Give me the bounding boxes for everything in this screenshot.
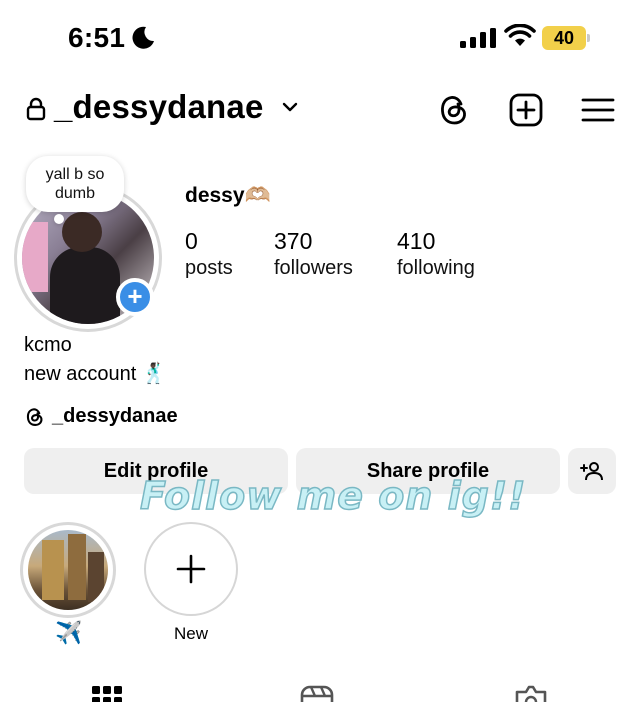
threads-icon[interactable] (436, 92, 472, 128)
note-text: yall b so dumb (45, 166, 105, 202)
plus-icon (176, 554, 206, 584)
bio-line: kcmo (24, 334, 72, 356)
followers-label[interactable]: followers (274, 257, 353, 280)
reels-icon[interactable] (300, 684, 334, 702)
profile-header: _dessydanae (0, 84, 640, 136)
followers-count[interactable]: 370 (274, 228, 312, 255)
following-label[interactable]: following (397, 257, 475, 280)
status-time: 6:51 (68, 22, 126, 53)
display-name: dessy🫶🏼 (185, 184, 271, 207)
following-count[interactable]: 410 (397, 228, 435, 255)
chevron-down-icon[interactable] (281, 100, 299, 114)
account-switcher-username[interactable]: _dessydanae (54, 88, 264, 126)
add-person-icon (580, 462, 603, 481)
battery-indicator: 40 (542, 26, 590, 50)
grid-icon[interactable] (90, 684, 124, 702)
lock-icon (26, 97, 46, 121)
story-highlight[interactable] (28, 530, 108, 610)
battery-level: 40 (553, 28, 575, 48)
threads-icon (26, 408, 43, 426)
threads-handle: _dessydanae (52, 405, 178, 427)
posts-count[interactable]: 0 (185, 228, 198, 255)
moon-icon (132, 26, 154, 49)
wifi-icon (504, 24, 536, 46)
menu-icon[interactable] (580, 92, 616, 128)
highlight-label: ✈️ (55, 620, 83, 645)
new-highlight-label: New (173, 624, 208, 643)
add-story-button[interactable]: + (116, 278, 154, 316)
note-bubble[interactable]: yall b so dumb (26, 156, 124, 224)
bio-line: new account 🕺🏿 (24, 363, 167, 385)
posts-label[interactable]: posts (185, 257, 233, 280)
new-highlight-button[interactable] (144, 522, 238, 616)
profile-tab-bar (0, 680, 640, 702)
status-bar: 6:51 40 (0, 0, 640, 72)
discover-people-button[interactable] (568, 448, 616, 494)
cellular-signal-icon (460, 28, 496, 48)
tagged-icon[interactable] (514, 684, 548, 702)
create-post-icon[interactable] (508, 92, 544, 128)
overlay-caption: Follow me on ig!! (139, 473, 527, 519)
